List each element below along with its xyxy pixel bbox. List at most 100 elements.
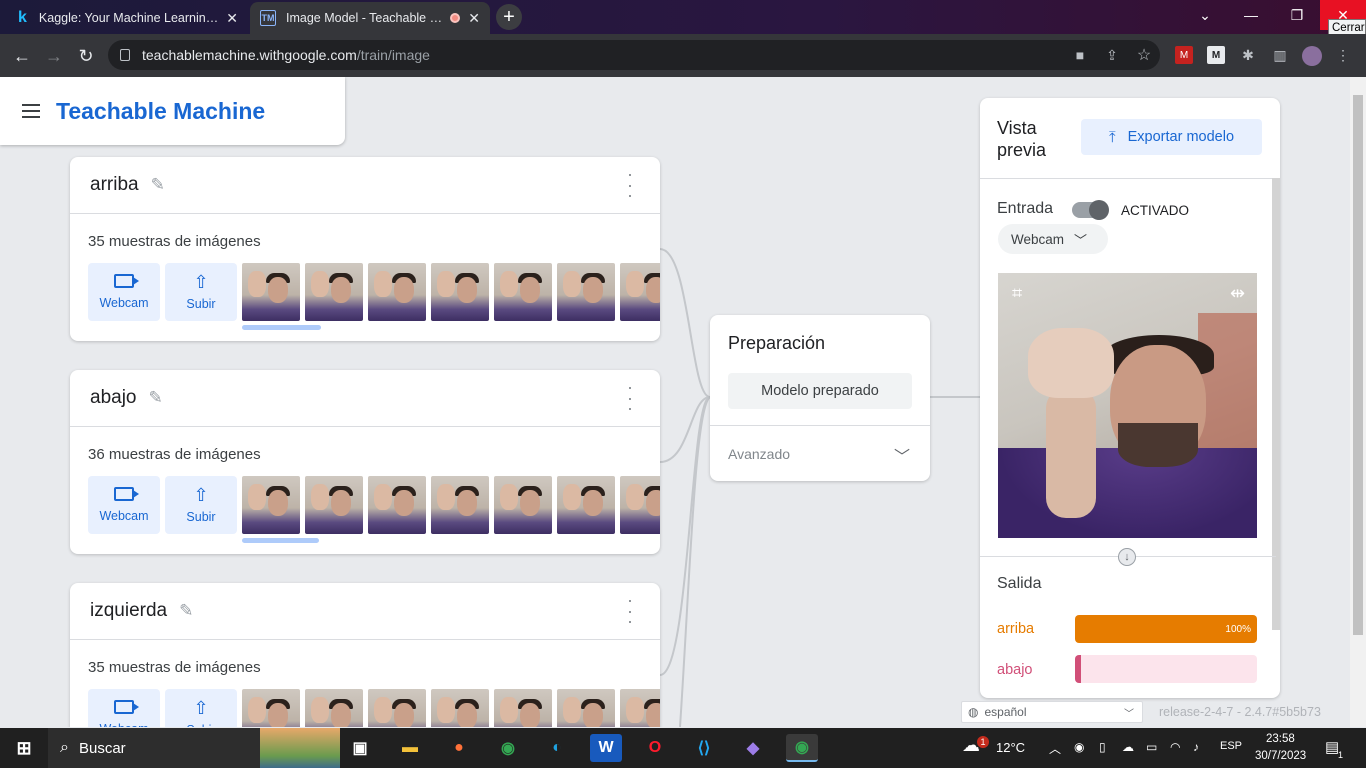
phone-link-icon[interactable]: ▯ — [1099, 740, 1106, 754]
thumbnail-scrollbar[interactable] — [242, 538, 319, 543]
webcam-button[interactable]: Webcam — [88, 689, 160, 727]
tray-chevron-icon[interactable]: ︿ — [1049, 740, 1061, 757]
sample-thumbnail[interactable] — [431, 476, 489, 534]
sample-thumbnail[interactable] — [368, 476, 426, 534]
close-tab-icon[interactable]: ✕ — [226, 10, 238, 27]
tab-teachable-machine[interactable]: TM Image Model - Teachable Machine ✕ — [250, 2, 490, 34]
tab-search-chevron-icon[interactable]: ⌄ — [1182, 0, 1228, 30]
sample-thumbnail[interactable] — [305, 689, 363, 727]
bookmark-star-icon[interactable]: ☆ — [1135, 46, 1153, 64]
new-tab-button[interactable]: + — [496, 4, 522, 30]
language-select[interactable]: ◍ español ﹀ — [961, 701, 1143, 723]
export-model-button[interactable]: ⤒ Exportar modelo — [1081, 119, 1262, 155]
camera-in-use-icon[interactable]: ■ — [1071, 46, 1089, 64]
sample-thumbnail[interactable] — [305, 476, 363, 534]
arrow-down-icon[interactable]: ↓ — [1118, 548, 1136, 566]
close-tab-icon[interactable]: ✕ — [468, 10, 480, 27]
restore-button[interactable]: ❐ — [1274, 0, 1320, 30]
sample-thumbnail[interactable] — [242, 263, 300, 321]
class-options-icon[interactable]: · · · — [620, 165, 640, 205]
menu-icon[interactable] — [22, 104, 40, 118]
minimize-button[interactable]: — — [1228, 0, 1274, 30]
back-icon[interactable]: ← — [10, 44, 34, 68]
class-options-icon[interactable]: · · · — [620, 378, 640, 418]
share-icon[interactable]: ⇪ — [1103, 46, 1121, 64]
browser-menu-icon[interactable]: ⋮ — [1334, 46, 1352, 64]
sample-thumbnail[interactable] — [431, 689, 489, 727]
upload-button[interactable]: ⇧ Subir — [165, 476, 237, 534]
forward-icon[interactable]: → — [42, 44, 66, 68]
app-title[interactable]: Teachable Machine — [56, 98, 265, 125]
side-panel-icon[interactable]: ▥ — [1271, 46, 1289, 64]
clock-time[interactable]: 23:58 — [1266, 733, 1295, 745]
edit-pencil-icon[interactable]: ✎ — [179, 601, 193, 621]
class-options-icon[interactable]: · · · — [620, 591, 640, 631]
extensions-puzzle-icon[interactable]: ✱ — [1239, 46, 1257, 64]
sample-thumbnail[interactable] — [242, 689, 300, 727]
extension-mendeley-icon[interactable]: M — [1175, 46, 1193, 64]
preview-scrollbar[interactable] — [1272, 178, 1280, 630]
windows-start-icon[interactable]: ⊞ — [8, 734, 40, 762]
sample-thumbnail[interactable] — [305, 263, 363, 321]
edit-pencil-icon[interactable]: ✎ — [149, 388, 163, 408]
notifications-count: 1 — [1338, 750, 1344, 760]
input-source-select[interactable]: Webcam ﹀ — [998, 224, 1108, 254]
battery-icon[interactable]: ▭ — [1146, 740, 1157, 754]
onedrive-icon[interactable]: ☁ — [1122, 740, 1134, 754]
sample-thumbnail[interactable] — [620, 263, 660, 321]
webcam-button[interactable]: Webcam — [88, 263, 160, 321]
train-model-button[interactable]: Modelo preparado — [728, 373, 912, 409]
sample-thumbnail[interactable] — [368, 689, 426, 727]
sample-thumbnail[interactable] — [431, 263, 489, 321]
task-view-icon[interactable]: ▣ — [344, 734, 376, 762]
tab-title: Image Model - Teachable Machine — [286, 11, 444, 25]
class-name[interactable]: izquierda — [90, 600, 167, 622]
taskbar-search[interactable]: ⌕ Buscar — [48, 728, 340, 768]
sample-thumbnail[interactable] — [368, 263, 426, 321]
class-name[interactable]: abajo — [90, 387, 137, 409]
class-name[interactable]: arriba — [90, 174, 139, 196]
wifi-icon[interactable]: ◠ — [1170, 740, 1180, 754]
input-language[interactable]: ESP — [1220, 740, 1242, 752]
sample-thumbnail[interactable] — [494, 476, 552, 534]
vscode-icon[interactable]: ⟨⟩ — [688, 734, 720, 762]
sample-thumbnail[interactable] — [557, 476, 615, 534]
sample-thumbnail[interactable] — [557, 689, 615, 727]
profile-avatar[interactable] — [1302, 46, 1322, 66]
webcam-button[interactable]: Webcam — [88, 476, 160, 534]
weather-temperature[interactable]: 12°C — [996, 740, 1025, 755]
advanced-toggle[interactable]: Avanzado — [728, 446, 790, 462]
opera-icon[interactable]: O — [639, 734, 671, 762]
flip-icon[interactable]: ⇹ — [1230, 283, 1245, 304]
crop-icon[interactable]: ⌗ — [1012, 283, 1022, 304]
sample-thumbnail[interactable] — [242, 476, 300, 534]
sample-thumbnail[interactable] — [494, 263, 552, 321]
chevron-down-icon: ﹀ — [1124, 708, 1134, 720]
sample-count: 35 muestras de imágenes — [88, 233, 261, 250]
volume-icon[interactable]: ♪ — [1193, 740, 1199, 754]
tab-kaggle[interactable]: k Kaggle: Your Machine Learning and ✕ — [8, 2, 248, 34]
firefox-icon[interactable]: ● — [443, 734, 475, 762]
file-explorer-icon[interactable]: ▬ — [394, 734, 426, 762]
upload-button[interactable]: ⇧ Subir — [165, 263, 237, 321]
extension-m-icon[interactable]: M — [1207, 46, 1225, 64]
address-bar[interactable]: teachablemachine.withgoogle.com/train/im… — [108, 40, 1160, 70]
sample-thumbnail[interactable] — [557, 263, 615, 321]
reload-icon[interactable]: ↻ — [74, 44, 98, 68]
edge-icon[interactable]: ◐ — [541, 734, 573, 762]
clock-date[interactable]: 30/7/2023 — [1255, 750, 1306, 762]
word-icon[interactable]: W — [590, 734, 622, 762]
edit-pencil-icon[interactable]: ✎ — [151, 175, 165, 195]
thumbnail-scrollbar[interactable] — [242, 325, 321, 330]
record-icon[interactable]: ◉ — [1074, 740, 1084, 754]
chrome-icon[interactable]: ◉ — [492, 734, 524, 762]
chevron-down-icon[interactable]: ﹀ — [894, 443, 910, 467]
upload-button[interactable]: ⇧ Subir — [165, 689, 237, 727]
page-scrollbar-thumb[interactable] — [1353, 95, 1363, 635]
sample-thumbnail[interactable] — [620, 689, 660, 727]
sample-thumbnail[interactable] — [620, 476, 660, 534]
sample-thumbnail[interactable] — [494, 689, 552, 727]
obsidian-icon[interactable]: ◆ — [737, 734, 769, 762]
chrome-profile-icon[interactable]: ◉ — [786, 734, 818, 762]
input-toggle[interactable] — [1072, 200, 1109, 220]
